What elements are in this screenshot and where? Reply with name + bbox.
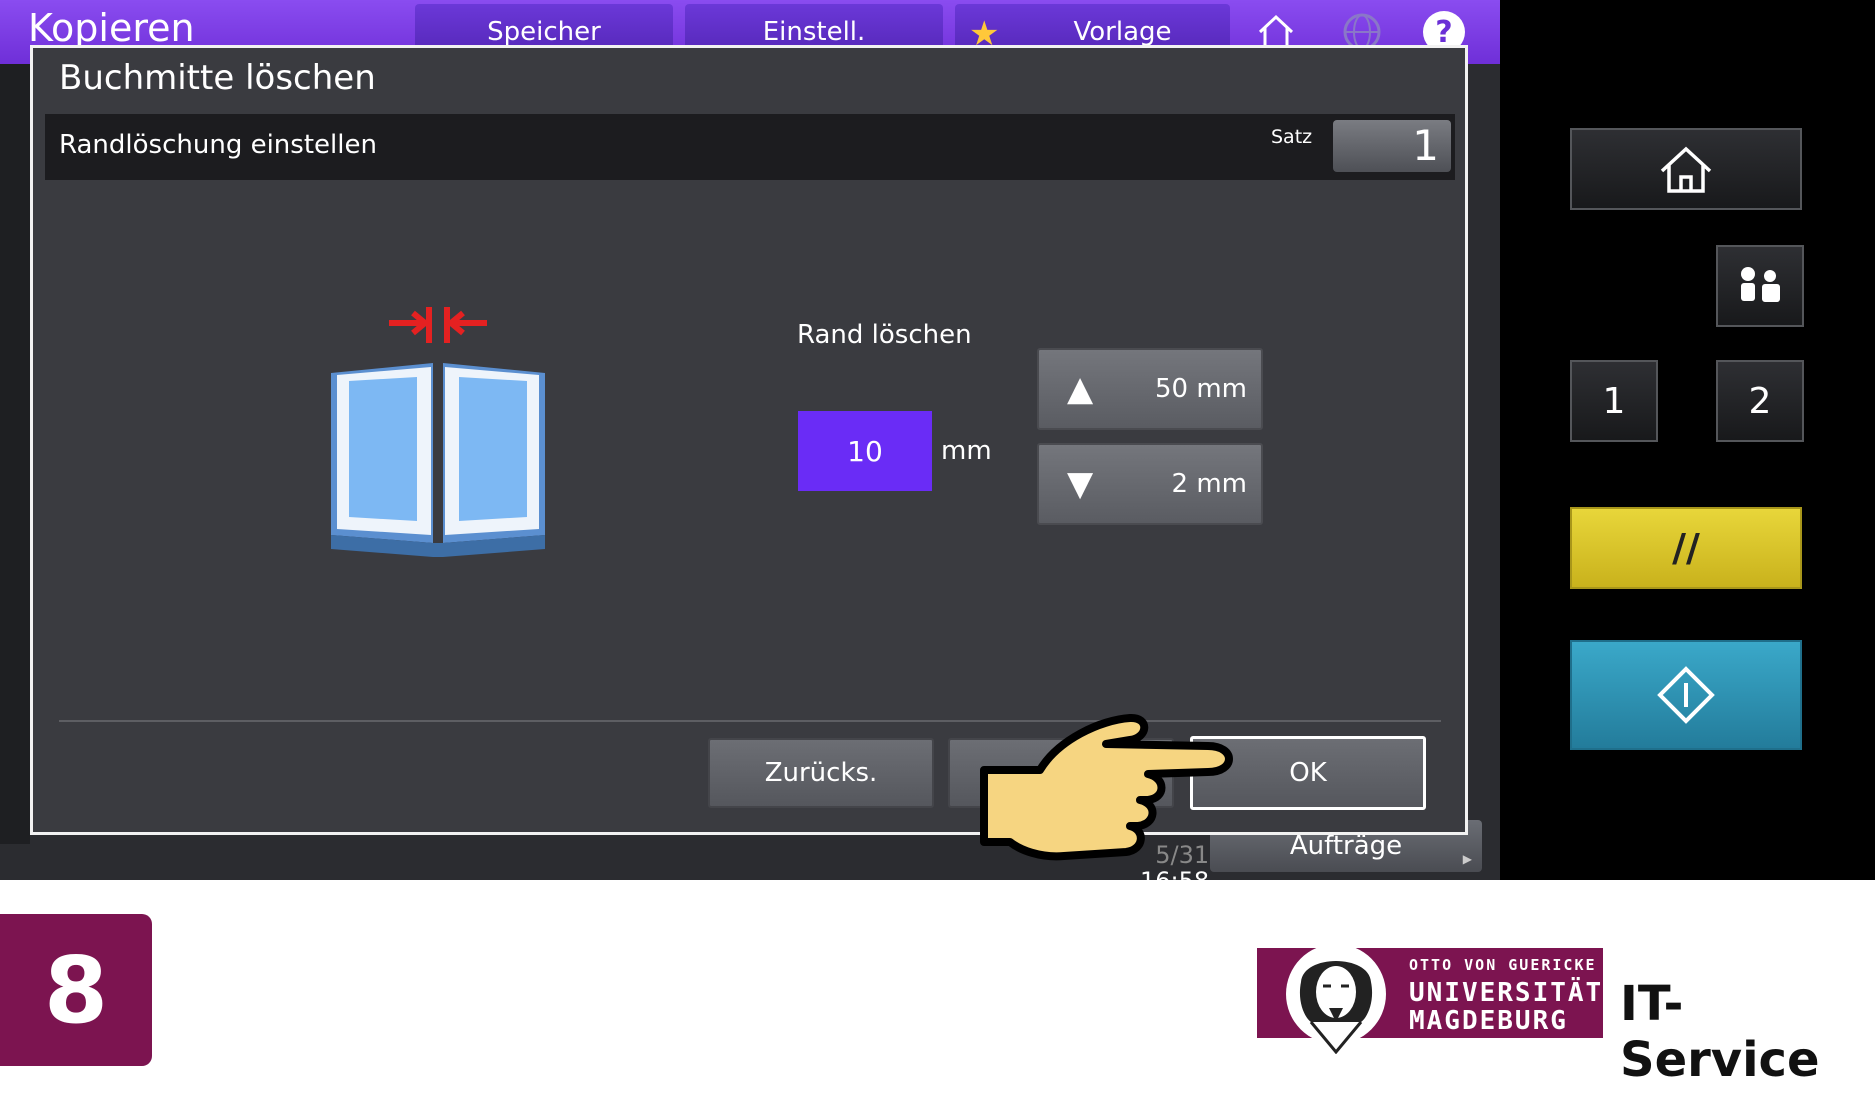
hardware-home-button[interactable]: [1570, 128, 1802, 210]
user-icon: [1741, 267, 1780, 302]
start-icon: [1657, 666, 1715, 724]
background-panel: [0, 64, 30, 844]
app-title: Kopieren: [28, 6, 195, 50]
copies-field[interactable]: 1: [1333, 120, 1451, 172]
erase-margin-label: Rand löschen: [797, 320, 972, 350]
dialog-subtitle: Randlöschung einstellen: [59, 130, 377, 160]
home-icon: [1660, 146, 1712, 193]
reset-button[interactable]: Zurücks.: [708, 738, 934, 808]
hardware-button-2[interactable]: 2: [1716, 360, 1804, 442]
ok-label: OK: [1289, 758, 1327, 788]
hand-pointer-icon: [980, 714, 1233, 861]
tab-label: Vorlage: [1073, 17, 1172, 47]
hardware-control-panel: 1 2 //: [1500, 0, 1875, 880]
max-value-label: 50 mm: [1154, 374, 1247, 404]
logo-text-line3: MAGDEBURG: [1409, 1006, 1568, 1036]
decrease-button[interactable]: ▼ 2 mm: [1037, 443, 1263, 525]
touch-screen: Kopieren Speicher Einstell. ★ Vorlage ? …: [0, 0, 1500, 880]
dialog-title: Buchmitte löschen: [59, 58, 376, 98]
unit-label: mm: [941, 436, 992, 466]
it-service-label: IT-Service: [1620, 976, 1820, 1088]
margin-value-field[interactable]: 10: [798, 411, 932, 491]
reset-label: Zurücks.: [764, 758, 878, 788]
dialog-subheader: Randlöschung einstellen Satz 1: [45, 114, 1455, 180]
play-arrow-icon: ▶: [1462, 852, 1472, 866]
arrow-up-icon: ▲: [1067, 369, 1094, 409]
guericke-portrait-icon: [1286, 944, 1386, 1054]
step-number-badge: 8: [0, 914, 152, 1066]
hardware-button-1[interactable]: 1: [1570, 360, 1658, 442]
logo-text-line1: OTTO VON GUERICKE: [1409, 956, 1597, 974]
hardware-start-button[interactable]: [1570, 640, 1802, 750]
arrow-down-icon: ▼: [1067, 464, 1094, 504]
book-center-erase-icon: [331, 307, 545, 557]
min-value-label: 2 mm: [1171, 469, 1247, 499]
hardware-user-button[interactable]: [1716, 245, 1804, 327]
tab-label: Einstell.: [762, 17, 866, 47]
logo-text-line2: UNIVERSITÄT: [1409, 978, 1604, 1008]
copies-label: Satz: [1271, 126, 1313, 148]
tab-label: Speicher: [487, 17, 601, 47]
increase-button[interactable]: ▲ 50 mm: [1037, 348, 1263, 430]
hardware-reset-button[interactable]: //: [1570, 507, 1802, 589]
university-logo: OTTO VON GUERICKE UNIVERSITÄT MAGDEBURG: [1257, 944, 1604, 1054]
jobs-label: Aufträge: [1289, 831, 1403, 861]
